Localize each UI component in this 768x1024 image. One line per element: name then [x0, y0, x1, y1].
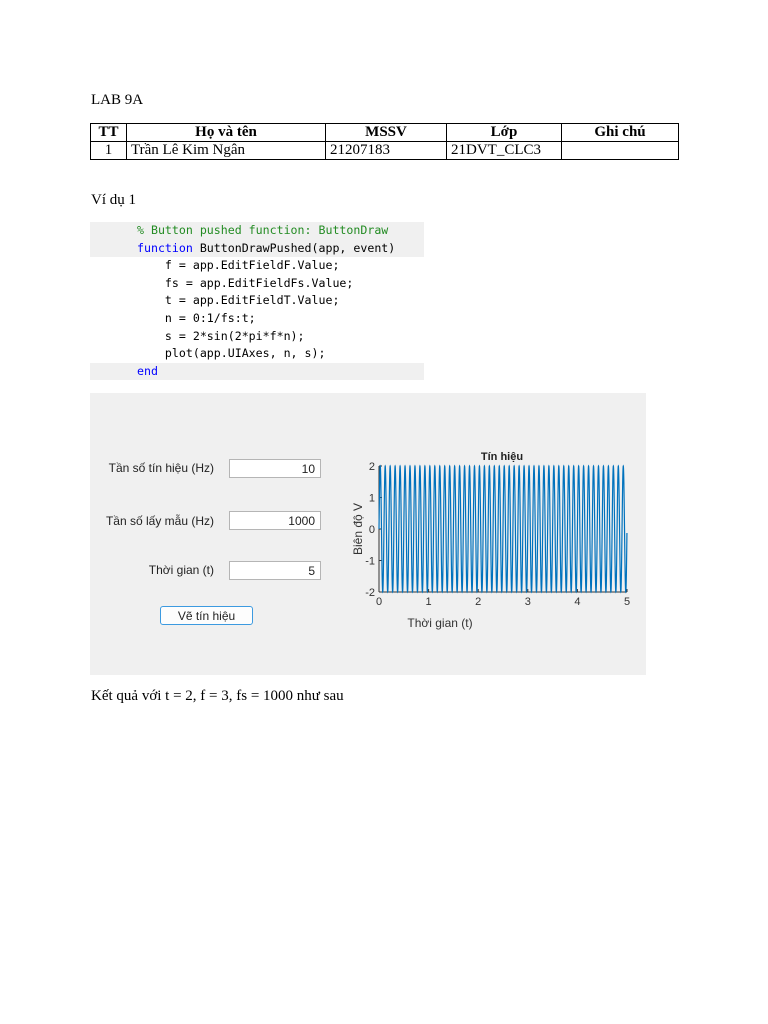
header-cell: MSSV [325, 123, 447, 142]
x-tick-label: 0 [376, 596, 382, 608]
table-header-row: TT Họ và tên MSSV Lớp Ghi chú [90, 123, 679, 142]
code-line: s = 2*sin(2*pi*f*n); [137, 328, 305, 343]
student-table: TT Họ và tên MSSV Lớp Ghi chú 1 Trần Lê … [90, 123, 679, 160]
code-block: % Button pushed function: ButtonDraw fun… [90, 222, 424, 381]
x-tick-label: 3 [525, 596, 531, 608]
code-line: fs = app.EditFieldFs.Value; [137, 275, 354, 290]
signal-line [378, 464, 628, 594]
y-tick-label: 0 [369, 524, 375, 536]
code-end: end [90, 362, 424, 381]
section-heading: Ví dụ 1 [91, 192, 136, 208]
x-tick-label: 5 [624, 596, 630, 608]
document-page: LAB 9A TT Họ và tên MSSV Lớp Ghi chú 1 T… [0, 0, 768, 1024]
x-tick-label: 2 [475, 596, 481, 608]
table-row: 1 Trần Lê Kim Ngân 21207183 21DVT_CLC3 [90, 141, 679, 160]
app-screenshot: Tần số tín hiệu (Hz) 10 Tần số lấy mẫu (… [90, 393, 646, 675]
y-tick-label: 1 [369, 493, 375, 505]
result-caption: Kết quả với t = 2, f = 3, fs = 1000 như … [91, 688, 344, 704]
code-line: f = app.EditFieldF.Value; [137, 258, 340, 273]
keyword: function [137, 240, 193, 255]
cell [561, 141, 679, 160]
cell: 21207183 [325, 141, 447, 160]
code-line: function ButtonDrawPushed(app, event) [90, 239, 424, 258]
cell: 1 [90, 141, 127, 160]
header-cell: Họ và tên [126, 123, 326, 142]
code-line: t = app.EditFieldT.Value; [137, 293, 340, 308]
y-tick-label: 2 [369, 461, 375, 473]
code-signature: ButtonDrawPushed(app, event) [192, 240, 396, 255]
code-line: n = 0:1/fs:t; [137, 310, 256, 325]
header-cell: Ghi chú [561, 123, 679, 142]
x-tick-label: 1 [426, 596, 432, 608]
signal-chart: Tín hiệu Thời gian (t) Biên độ V 0 1 2 3 4 5 2… [351, 451, 630, 630]
cell: Trần Lê Kim Ngân [126, 141, 326, 160]
x-axis-label: Thời gian (t) [407, 616, 472, 630]
code-comment: % Button pushed function: ButtonDraw [90, 222, 424, 240]
cell: 21DVT_CLC3 [446, 141, 562, 160]
y-tick-label: -2 [365, 587, 375, 599]
y-tick-label: -1 [365, 556, 375, 568]
lab-title: LAB 9A [91, 92, 144, 108]
y-axis-label: Biên độ V [351, 503, 365, 555]
x-tick-label: 4 [574, 596, 580, 608]
chart-title: Tín hiệu [481, 451, 523, 463]
code-line: plot(app.UIAxes, n, s); [137, 346, 326, 361]
header-cell: Lớp [446, 123, 562, 142]
header-cell: TT [90, 123, 127, 142]
